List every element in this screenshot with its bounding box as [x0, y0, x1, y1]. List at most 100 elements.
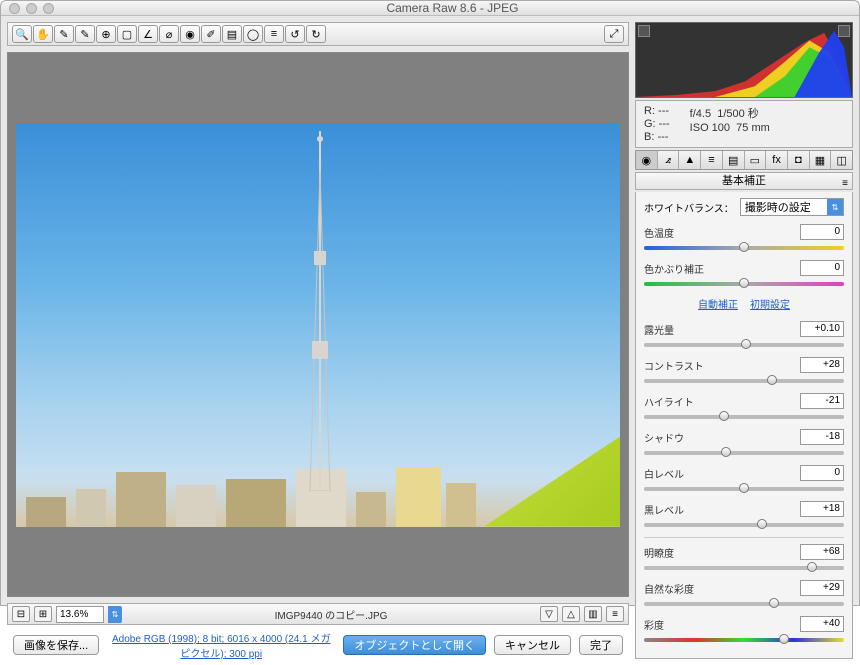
highlight-clip-icon[interactable]: △ [562, 606, 580, 622]
save-image-button[interactable]: 画像を保存... [13, 635, 99, 655]
highlight-value[interactable]: -21 [800, 393, 844, 409]
contrast-slider[interactable] [644, 375, 844, 385]
highlight-slider[interactable] [644, 411, 844, 421]
panel-menu-icon[interactable]: ≡ [842, 175, 848, 192]
radial-filter-icon[interactable]: ◯ [243, 25, 263, 43]
open-object-button[interactable]: オブジェクトとして開く [343, 635, 486, 655]
crop-tool-icon[interactable]: ▢ [117, 25, 137, 43]
fullscreen-toggle-icon[interactable]: ⤢ [604, 25, 624, 43]
wb-tool-icon[interactable]: ✎ [54, 25, 74, 43]
tab-snapshots-icon[interactable]: ◫ [831, 151, 852, 169]
sat-value[interactable]: +40 [800, 616, 844, 632]
color-sampler-icon[interactable]: ✎ [75, 25, 95, 43]
window-controls [9, 3, 54, 14]
exposure-slider[interactable] [644, 339, 844, 349]
exif-readout: R: --- G: --- B: --- f/4.5 1/500 秒 ISO 1… [635, 100, 853, 148]
adjustment-tabs: ◉ ⦨ ▲ ≡ ▤ ▭ fx ◘ ▦ ◫ [635, 150, 853, 170]
panel-title: 基本補正 ≡ [635, 172, 853, 190]
target-adjust-icon[interactable]: ⊕ [96, 25, 116, 43]
exif-g: G: --- [644, 118, 670, 130]
image-preview[interactable] [7, 52, 629, 597]
tab-basic-icon[interactable]: ◉ [636, 151, 658, 169]
exposure-label: 露光量 [644, 322, 794, 337]
bottom-bar: 画像を保存... Adobe RGB (1998); 8 bit; 6016 x… [7, 631, 629, 659]
tint-label: 色かぶり補正 [644, 261, 794, 276]
white-value[interactable]: 0 [800, 465, 844, 481]
contrast-label: コントラスト [644, 358, 794, 373]
highlight-label: ハイライト [644, 394, 794, 409]
cancel-button[interactable]: キャンセル [494, 635, 571, 655]
rotate-ccw-icon[interactable]: ↺ [285, 25, 305, 43]
wb-select[interactable]: 撮影時の設定 ⇅ [740, 198, 844, 216]
temp-value[interactable]: 0 [800, 224, 844, 240]
workflow-options-link[interactable]: Adobe RGB (1998); 8 bit; 6016 x 4000 (24… [112, 634, 330, 660]
temp-label: 色温度 [644, 225, 794, 240]
redeye-icon[interactable]: ◉ [180, 25, 200, 43]
minimize-icon[interactable] [26, 3, 37, 14]
dropdown-arrow-icon: ⇅ [827, 199, 843, 215]
auto-link[interactable]: 自動補正 [698, 300, 738, 311]
zoom-icon[interactable] [43, 3, 54, 14]
camera-raw-window: Camera Raw 8.6 - JPEG 🔍 ✋ ✎ ✎ ⊕ ▢ ∠ ⌀ ◉ … [0, 0, 860, 606]
window-title: Camera Raw 8.6 - JPEG [54, 1, 851, 15]
hand-tool-icon[interactable]: ✋ [33, 25, 53, 43]
zoom-out-icon[interactable]: ⊟ [12, 606, 30, 622]
shadow-value[interactable]: -18 [800, 429, 844, 445]
clarity-slider[interactable] [644, 562, 844, 572]
tab-presets-icon[interactable]: ▦ [810, 151, 832, 169]
white-slider[interactable] [644, 483, 844, 493]
exif-r: R: --- [644, 105, 670, 117]
basic-panel: ホワイトバランス： 撮影時の設定 ⇅ 色温度0色かぶり補正0自動補正初期設定露光… [635, 192, 853, 659]
exif-b: B: --- [644, 131, 670, 143]
tab-curve-icon[interactable]: ⦨ [658, 151, 680, 169]
contrast-value[interactable]: +28 [800, 357, 844, 373]
filmstrip-icon[interactable]: ≡ [606, 606, 624, 622]
white-label: 白レベル [644, 466, 794, 481]
default-link[interactable]: 初期設定 [750, 300, 790, 311]
tab-detail-icon[interactable]: ▲ [679, 151, 701, 169]
tint-value[interactable]: 0 [800, 260, 844, 276]
shadow-clip-warning-icon[interactable] [638, 25, 650, 37]
vibrance-label: 自然な彩度 [644, 581, 794, 596]
clarity-value[interactable]: +68 [800, 544, 844, 560]
straighten-icon[interactable]: ∠ [138, 25, 158, 43]
tab-lens-icon[interactable]: ▭ [745, 151, 767, 169]
shadow-slider[interactable] [644, 447, 844, 457]
done-button[interactable]: 完了 [579, 635, 623, 655]
clarity-label: 明瞭度 [644, 545, 794, 560]
rotate-cw-icon[interactable]: ↻ [306, 25, 326, 43]
temp-slider[interactable] [644, 242, 844, 252]
black-value[interactable]: +18 [800, 501, 844, 517]
shadow-clip-icon[interactable]: ▽ [540, 606, 558, 622]
tab-fx-icon[interactable]: fx [766, 151, 788, 169]
before-after-icon[interactable]: ▥ [584, 606, 602, 622]
shadow-label: シャドウ [644, 430, 794, 445]
zoom-level[interactable]: 13.6% [56, 606, 104, 623]
status-bar: ⊟ ⊞ 13.6% ⇅ IMGP9440 のコピー.JPG ▽ △ ▥ ≡ [7, 603, 629, 625]
vibrance-slider[interactable] [644, 598, 844, 608]
black-label: 黒レベル [644, 502, 794, 517]
zoom-stepper-icon[interactable]: ⇅ [108, 606, 122, 623]
tab-hsl-icon[interactable]: ≡ [701, 151, 723, 169]
tab-camera-icon[interactable]: ◘ [788, 151, 810, 169]
graduated-filter-icon[interactable]: ▤ [222, 25, 242, 43]
histogram[interactable] [635, 22, 853, 98]
filename-label: IMGP9440 のコピー.JPG [126, 607, 536, 622]
vibrance-value[interactable]: +29 [800, 580, 844, 596]
zoom-tool-icon[interactable]: 🔍 [12, 25, 32, 43]
sat-slider[interactable] [644, 634, 844, 644]
close-icon[interactable] [9, 3, 20, 14]
adjustment-brush-icon[interactable]: ✐ [201, 25, 221, 43]
toolbar: 🔍 ✋ ✎ ✎ ⊕ ▢ ∠ ⌀ ◉ ✐ ▤ ◯ ≡ ↺ ↻ ⤢ [7, 22, 629, 46]
tint-slider[interactable] [644, 278, 844, 288]
skytree-illustration [306, 131, 334, 491]
preferences-icon[interactable]: ≡ [264, 25, 284, 43]
tab-split-icon[interactable]: ▤ [723, 151, 745, 169]
exposure-value[interactable]: +0.10 [800, 321, 844, 337]
zoom-in-icon[interactable]: ⊞ [34, 606, 52, 622]
black-slider[interactable] [644, 519, 844, 529]
sat-label: 彩度 [644, 617, 794, 632]
spot-removal-icon[interactable]: ⌀ [159, 25, 179, 43]
highlight-clip-warning-icon[interactable] [838, 25, 850, 37]
titlebar: Camera Raw 8.6 - JPEG [1, 1, 859, 16]
